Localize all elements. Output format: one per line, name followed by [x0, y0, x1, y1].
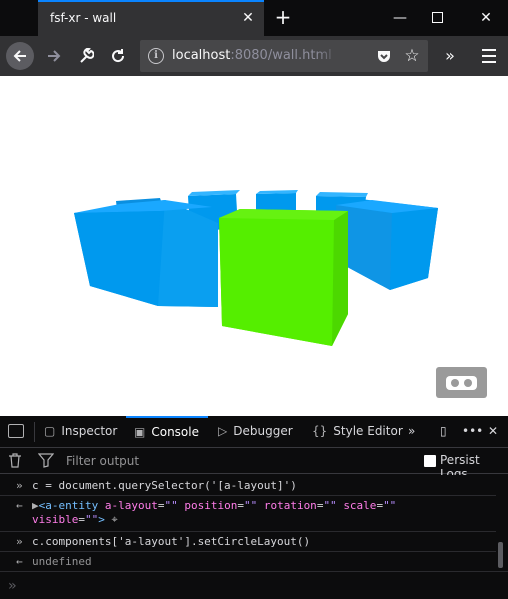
url-fade [316, 40, 340, 72]
close-devtools-icon[interactable]: ✕ [488, 416, 498, 447]
input-prompt-icon: » [16, 535, 23, 548]
tab-title: fsf-xr - wall [50, 11, 117, 25]
hamburger-icon[interactable] [478, 42, 502, 70]
console-input[interactable]: » [0, 571, 508, 599]
console-filter-bar: Persist Logs [0, 448, 508, 481]
console-output-element: ← ▶<a-entity a-layout="" position="" rot… [16, 499, 397, 526]
debugger-icon: ▷ [218, 424, 228, 438]
browser-tab[interactable]: fsf-xr - wall ✕ [38, 0, 264, 36]
minimize-icon[interactable]: — [390, 8, 410, 28]
wrench-icon[interactable] [72, 42, 100, 70]
line-separator [0, 551, 496, 552]
reload-icon[interactable] [104, 42, 132, 70]
forward-button[interactable] [40, 42, 68, 70]
filter-icon [38, 453, 54, 468]
close-icon[interactable]: ✕ [240, 10, 256, 26]
line-separator [0, 531, 496, 532]
chevrons-icon[interactable]: » [408, 416, 415, 447]
tab-style-editor[interactable]: {} Style Editor [312, 416, 403, 447]
line-separator [0, 495, 496, 496]
devtools-toolbar: ▢ Inspector ▣ Console ▷ Debugger {} Style Ed… [0, 416, 508, 448]
scene-canvas[interactable] [0, 76, 508, 416]
inspector-icon: ▢ [44, 424, 56, 438]
dock-icon[interactable]: ▯ [440, 416, 447, 447]
tab-debugger[interactable]: ▷ Debugger [218, 416, 293, 447]
cube-left [74, 200, 218, 307]
element-picker-icon[interactable] [8, 424, 24, 438]
result-arrow-icon: ← [16, 499, 23, 512]
input-prompt-icon: » [16, 479, 23, 492]
title-bar: fsf-xr - wall ✕ + — ✕ [0, 0, 508, 36]
maximize-icon[interactable] [428, 8, 448, 28]
pocket-icon[interactable] [376, 48, 392, 64]
forward-arrow-icon [48, 50, 61, 62]
more-options-icon[interactable]: ••• [462, 416, 483, 447]
url-bar[interactable]: i localhost:8080/wall.html ☆ [140, 40, 428, 72]
console-icon: ▣ [134, 425, 146, 439]
window-close-icon[interactable]: ✕ [476, 8, 496, 28]
navigation-bar: i localhost:8080/wall.html ☆ » [0, 36, 508, 76]
console-output: » c = document.querySelector('[a-layout]… [0, 475, 508, 571]
tab-inspector[interactable]: ▢ Inspector [44, 416, 117, 447]
input-prompt-icon: » [8, 578, 17, 594]
filter-output-input[interactable] [60, 451, 340, 471]
chevrons-icon[interactable]: » [438, 42, 462, 70]
expand-arrow-icon[interactable]: ▶ [32, 499, 39, 512]
trash-icon[interactable] [8, 453, 22, 468]
back-arrow-icon [13, 50, 26, 62]
toolbar-divider [34, 422, 35, 442]
back-button[interactable] [6, 42, 34, 70]
tab-console[interactable]: ▣ Console [126, 416, 208, 447]
info-icon[interactable]: i [148, 48, 164, 64]
cube-right [336, 199, 438, 290]
page-viewport[interactable] [0, 76, 508, 416]
vr-headset-icon[interactable] [436, 367, 487, 398]
console-scrollbar[interactable] [498, 542, 503, 568]
plus-icon[interactable]: + [272, 7, 294, 29]
cube-front [219, 209, 348, 346]
style-editor-icon: {} [312, 424, 328, 438]
node-select-icon[interactable]: ⌖ [111, 513, 117, 526]
persist-logs-checkbox[interactable] [424, 455, 436, 467]
result-arrow-icon: ← [16, 555, 23, 568]
star-icon[interactable]: ☆ [402, 46, 422, 66]
